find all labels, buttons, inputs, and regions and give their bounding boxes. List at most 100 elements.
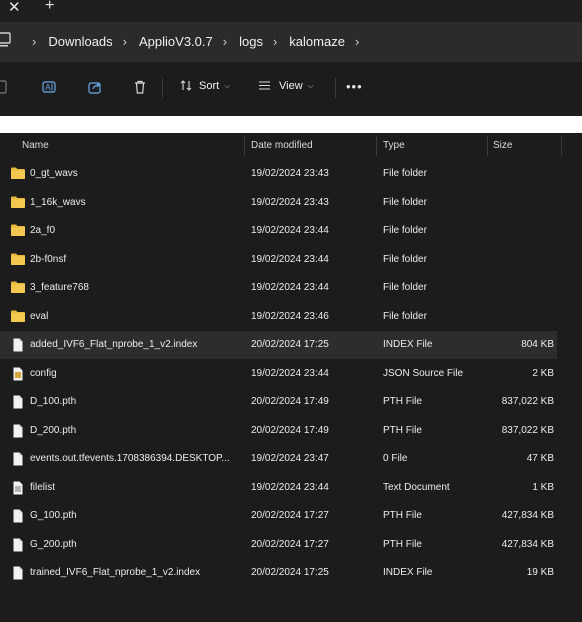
file-row[interactable]: eval 19/02/2024 23:46 File folder xyxy=(0,303,557,331)
share-icon[interactable] xyxy=(88,80,102,94)
file-row[interactable]: added_IVF6_Flat_nprobe_1_v2.index 20/02/2… xyxy=(0,331,557,359)
this-pc-icon[interactable] xyxy=(0,32,12,48)
file-row[interactable]: filelist 19/02/2024 23:44 Text Document 1 K… xyxy=(0,474,557,502)
close-tab-icon[interactable]: ✕ xyxy=(8,0,21,16)
file-row[interactable]: trained_IVF6_Flat_nprobe_1_v2.index 20/02… xyxy=(0,559,557,587)
file-type: 0 File xyxy=(383,453,408,464)
file-row[interactable]: 2a_f0 19/02/2024 23:44 File folder xyxy=(0,217,557,245)
column-divider[interactable] xyxy=(244,136,245,156)
toolbar-divider xyxy=(162,78,163,98)
file-name: G_200.pth xyxy=(30,538,77,550)
address-bar[interactable]: › Downloads › ApplioV3.0.7 › logs › kalo… xyxy=(0,22,582,62)
file-row[interactable]: G_100.pth 20/02/2024 17:27 PTH File 427,834… xyxy=(0,502,557,530)
column-date-modified[interactable]: Date modified xyxy=(251,136,313,157)
column-divider[interactable] xyxy=(487,136,488,156)
file-icon xyxy=(11,566,25,580)
file-name: D_100.pth xyxy=(30,396,77,407)
file-row[interactable]: 2b-f0nsf 19/02/2024 23:44 File folder xyxy=(0,246,557,274)
file-row[interactable]: D_100.pth 20/02/2024 17:49 PTH File 837,022… xyxy=(0,388,557,416)
file-type: PTH File xyxy=(383,424,422,436)
file-row[interactable]: 0_gt_wavs 19/02/2024 23:43 File folder xyxy=(0,160,557,188)
file-size: 1 KB xyxy=(532,481,554,493)
folder-icon xyxy=(11,167,25,181)
file-date-modified: 19/02/2024 23:44 xyxy=(251,253,329,265)
copy-icon[interactable] xyxy=(0,80,14,94)
file-icon xyxy=(11,395,25,409)
file-size: 804 KB xyxy=(521,339,554,350)
file-type: JSON Source File xyxy=(383,367,464,379)
file-size xyxy=(490,217,554,245)
command-bar: A Sort ⌵ View ⌵ ••• xyxy=(0,62,582,114)
file-name: 2b-f0nsf xyxy=(30,253,67,265)
file-row[interactable]: G_200.pth 20/02/2024 17:27 PTH File 427,834… xyxy=(0,531,557,559)
file-name: eval xyxy=(30,310,49,322)
file-name: config xyxy=(30,367,57,379)
file-date-modified: 19/02/2024 23:44 xyxy=(251,225,329,236)
file-name: 1_16k_wavs xyxy=(30,196,86,208)
column-divider[interactable] xyxy=(561,136,562,156)
more-options-button[interactable]: ••• xyxy=(346,79,363,94)
file-name: added_IVF6_Flat_nprobe_1_v2.index xyxy=(30,339,198,350)
breadcrumb-item-kalomaze[interactable]: kalomaze xyxy=(289,34,345,49)
sort-label: Sort xyxy=(199,79,220,92)
file-name: events.out.tfevents.1708386394.DESKTOP..… xyxy=(30,453,230,464)
breadcrumb-item-downloads[interactable]: Downloads xyxy=(48,34,112,49)
file-type: INDEX File xyxy=(383,339,433,350)
rename-icon[interactable]: A xyxy=(42,80,56,94)
file-row[interactable]: 3_feature768 19/02/2024 23:44 File folder xyxy=(0,274,557,302)
view-label: View xyxy=(279,79,303,92)
file-row[interactable]: config 19/02/2024 23:44 JSON Source File 2 … xyxy=(0,360,557,388)
chevron-down-icon: ⌵ xyxy=(224,80,231,90)
file-name: G_100.pth xyxy=(30,510,77,521)
column-size[interactable]: Size xyxy=(493,136,512,157)
column-divider[interactable] xyxy=(376,136,377,156)
delete-icon[interactable] xyxy=(133,80,147,94)
file-date-modified: 19/02/2024 23:43 xyxy=(251,196,329,208)
file-date-modified: 20/02/2024 17:27 xyxy=(251,538,329,550)
column-type[interactable]: Type xyxy=(383,136,405,157)
file-type: PTH File xyxy=(383,510,422,521)
new-tab-icon[interactable]: + xyxy=(45,0,54,15)
column-name[interactable]: Name xyxy=(22,136,49,157)
file-type: Text Document xyxy=(383,481,450,493)
view-button[interactable]: View ⌵ xyxy=(258,79,314,92)
json-file-icon xyxy=(11,367,25,381)
file-size xyxy=(490,246,554,274)
chevron-right-icon[interactable]: › xyxy=(273,34,277,49)
svg-text:A: A xyxy=(45,83,51,92)
file-size: 47 KB xyxy=(526,453,554,464)
file-size xyxy=(490,189,554,217)
file-icon xyxy=(11,538,25,552)
breadcrumb-item-applio[interactable]: ApplioV3.0.7 xyxy=(139,34,213,49)
chevron-right-icon[interactable]: › xyxy=(223,34,227,49)
folder-icon xyxy=(11,281,25,295)
sort-button[interactable]: Sort ⌵ xyxy=(180,79,230,92)
file-size: 19 KB xyxy=(526,567,554,578)
file-date-modified: 20/02/2024 17:25 xyxy=(251,339,329,350)
chevron-right-icon[interactable]: › xyxy=(123,34,127,49)
file-size xyxy=(490,274,554,302)
file-type: File folder xyxy=(383,282,427,293)
file-icon xyxy=(11,452,25,466)
toolbar-divider xyxy=(335,78,336,98)
folder-icon xyxy=(11,224,25,238)
file-size: 837,022 KB xyxy=(501,424,554,436)
file-type: File folder xyxy=(383,310,427,322)
view-icon xyxy=(259,81,270,90)
file-name: 3_feature768 xyxy=(30,282,89,293)
file-row[interactable]: D_200.pth 20/02/2024 17:49 PTH File 837,022… xyxy=(0,417,557,445)
file-type: File folder xyxy=(383,168,427,179)
file-row[interactable]: events.out.tfevents.1708386394.DESKTOP..… xyxy=(0,445,557,473)
breadcrumb-item-logs[interactable]: logs xyxy=(239,34,263,49)
file-type: File folder xyxy=(383,253,427,265)
file-date-modified: 19/02/2024 23:47 xyxy=(251,453,329,464)
chevron-right-icon[interactable]: › xyxy=(355,34,359,49)
file-icon xyxy=(11,424,25,438)
file-type: PTH File xyxy=(383,538,422,550)
file-row[interactable]: 1_16k_wavs 19/02/2024 23:43 File folder xyxy=(0,189,557,217)
chevron-right-icon[interactable]: › xyxy=(32,34,36,49)
file-type: File folder xyxy=(383,225,427,236)
file-name: filelist xyxy=(30,481,56,493)
file-date-modified: 20/02/2024 17:27 xyxy=(251,510,329,521)
file-type: INDEX File xyxy=(383,567,433,578)
